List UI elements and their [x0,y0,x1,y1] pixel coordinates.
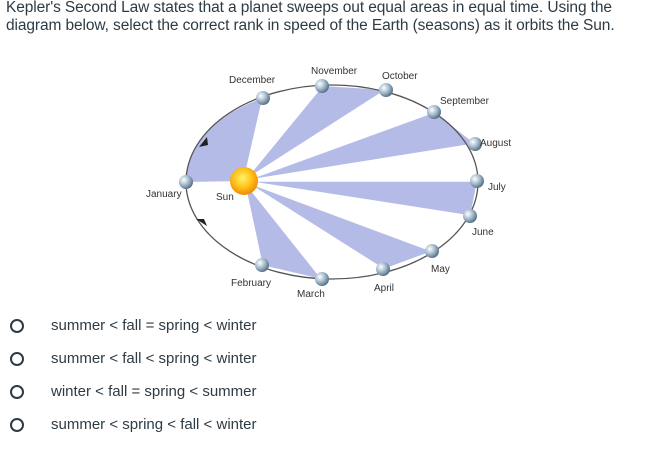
label-april: April [374,283,394,294]
option-1-label: summer < fall = spring < winter [51,317,257,334]
earth-march [315,272,329,286]
label-march: March [297,289,325,300]
earth-november [315,79,329,93]
label-november: November [311,66,358,77]
option-2-label: summer < fall < spring < winter [51,350,257,367]
label-august: August [480,138,511,149]
earth-december [256,91,270,105]
earth-february [255,258,269,272]
sun [230,167,258,195]
radio-button-1[interactable] [10,319,24,333]
label-february: February [231,278,271,289]
earth-july [470,174,484,188]
radio-button-3[interactable] [10,385,24,399]
earth-june [463,209,477,223]
earth-january [179,175,193,189]
radio-button-4[interactable] [10,418,24,432]
earth-september [427,105,441,119]
label-july: July [488,182,506,193]
option-2[interactable]: summer < fall < spring < winter [10,349,330,373]
label-may: May [431,264,450,275]
label-january: January [146,189,182,200]
option-4-label: summer < spring < fall < winter [51,416,257,433]
label-june: June [472,227,494,238]
option-1[interactable]: summer < fall = spring < winter [10,316,330,340]
label-september: September [440,96,490,107]
label-sun: Sun [216,192,234,203]
orbit-diagram: December November October September Augu… [146,66,511,300]
option-3[interactable]: winter < fall = spring < summer [10,382,330,406]
option-3-label: winter < fall = spring < summer [51,383,257,400]
earth-may [425,244,439,258]
label-december: December [229,75,276,86]
option-4[interactable]: summer < spring < fall < winter [10,415,330,439]
label-october: October [382,71,418,82]
earth-april [376,262,390,276]
earth-october [379,83,393,97]
radio-button-2[interactable] [10,352,24,366]
